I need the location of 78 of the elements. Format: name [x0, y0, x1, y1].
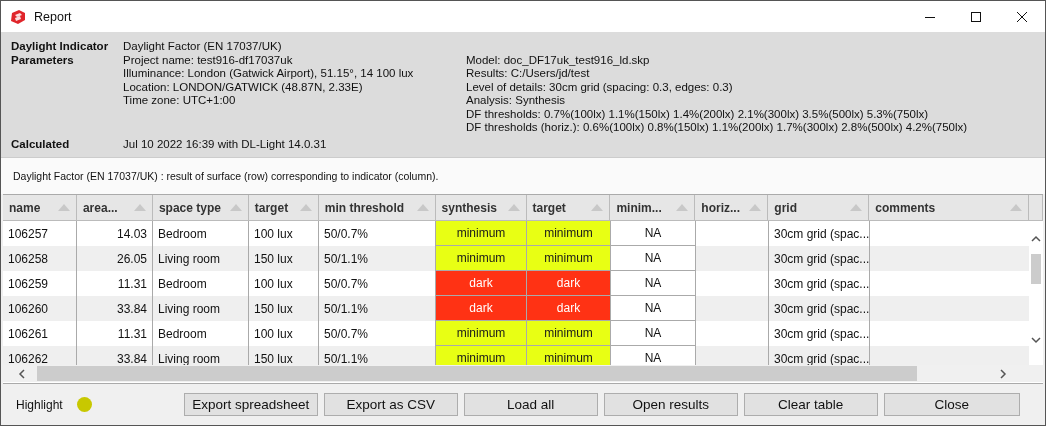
column-header[interactable]: target: [526, 195, 611, 221]
result-cell: minimum: [527, 221, 611, 246]
sort-arrow-icon: [57, 204, 70, 211]
sort-arrow-icon: [676, 204, 689, 211]
table-row[interactable]: 106258 26.05 Living room 150 lux 50/1.1% minimum minimum NA 30cm grid (spac...: [3, 246, 1030, 271]
column-header[interactable]: grid: [768, 195, 870, 221]
info-value: Level of details: 30cm grid (spacing: 0.3, edges: 0.3): [466, 80, 734, 94]
horizontal-scrollbar[interactable]: [3, 365, 1043, 382]
result-cell: minimum: [436, 221, 527, 246]
result-cell: dark: [436, 271, 527, 296]
column-header[interactable]: synthesis: [435, 195, 527, 221]
info-label: Daylight Indicator: [11, 40, 110, 54]
window-title: Report: [34, 9, 73, 24]
action-button[interactable]: Load all: [463, 393, 598, 416]
sort-arrow-icon: [229, 204, 242, 211]
column-header[interactable]: min threshold: [318, 195, 436, 221]
info-value: Analysis: Synthesis: [466, 94, 567, 108]
highlight-label: Highlight: [16, 397, 63, 412]
info-value: DF thresholds (horiz.): 0.6%(100lx) 0.8%(150lx) 1.1%(200lx) 1.7%(300lx) 2.8%(500lx) 4.2%(750lx): [466, 121, 969, 135]
result-cell: minimum: [527, 346, 611, 365]
action-button[interactable]: Close: [883, 393, 1020, 416]
table-cell: NA: [611, 221, 696, 246]
highlight-dot[interactable]: [76, 397, 92, 412]
table-cell: NA: [611, 346, 696, 365]
info-value: Illuminance: London (Gatwick Airport), 51.15°, 14 100 lux: [123, 67, 415, 81]
scroll-right-icon[interactable]: [998, 369, 1008, 379]
info-value: Daylight Factor (EN 17037/UK): [123, 40, 283, 54]
action-button[interactable]: Export as CSV: [323, 393, 458, 416]
info-value: Time zone: UTC+1:00: [123, 94, 237, 108]
maximize-icon[interactable]: [971, 11, 981, 22]
table-cell: NA: [611, 271, 696, 296]
result-cell: minimum: [527, 246, 611, 271]
sort-arrow-icon: [591, 204, 604, 211]
info-value: Results: C:/Users/jd/test: [466, 67, 591, 81]
sort-arrow-icon: [133, 204, 146, 211]
table-row[interactable]: 106260 33.84 Living room 150 lux 50/1.1% dark dark NA 30cm grid (spac...: [3, 296, 1030, 321]
sort-arrow-icon: [299, 204, 312, 211]
result-cell: minimum: [436, 346, 527, 365]
column-header[interactable]: target: [248, 195, 319, 221]
result-cell: minimum: [436, 246, 527, 271]
column-header[interactable]: comments: [869, 195, 1030, 221]
result-cell: minimum: [527, 321, 611, 346]
action-button[interactable]: Open results: [603, 393, 738, 416]
scroll-up-icon[interactable]: [1031, 234, 1041, 244]
info-value: Model: doc_DF17uk_test916_ld.skp: [466, 53, 651, 67]
info-value: Jul 10 2022 16:39 with DL-Light 14.0.31: [123, 136, 328, 152]
column-header[interactable]: horiz...: [695, 195, 769, 221]
info-value: DF thresholds: 0.7%(100lx) 1.1%(150lx) 1.4%(200lx) 2.1%(300lx) 3.5%(500lx) 5.3%(750lx): [466, 107, 930, 121]
action-button[interactable]: Clear table: [743, 393, 878, 416]
scroll-thumb[interactable]: [1031, 254, 1041, 284]
sort-arrow-icon: [850, 204, 863, 211]
column-header[interactable]: name: [3, 195, 77, 221]
scroll-left-icon[interactable]: [17, 369, 27, 379]
column-header[interactable]: minim...: [610, 195, 696, 221]
column-header[interactable]: area...: [76, 195, 153, 221]
result-cell: dark: [527, 271, 611, 296]
sort-arrow-icon: [416, 204, 429, 211]
scroll-down-icon[interactable]: [1031, 335, 1041, 345]
table-cell: NA: [611, 246, 696, 271]
table-cell: NA: [611, 321, 696, 346]
table-cell: NA: [611, 296, 696, 321]
close-icon[interactable]: [1017, 11, 1027, 22]
app-logo-icon: [10, 8, 26, 25]
table-row[interactable]: 106262 33.84 Living room 150 lux 50/1.1% minimum minimum NA 30cm grid (spac...: [3, 346, 1030, 365]
sort-arrow-icon: [749, 204, 762, 211]
result-cell: minimum: [436, 321, 527, 346]
result-cell: dark: [527, 296, 611, 321]
sort-arrow-icon: [507, 204, 520, 211]
info-label: Calculated: [11, 136, 71, 152]
sort-arrow-icon: [1010, 204, 1023, 211]
scroll-thumb[interactable]: [37, 366, 917, 381]
info-value: Project name: test916-df17037uk: [123, 53, 294, 67]
description-text: Daylight Factor (EN 17037/UK) : result of surface (row) corresponding to indicator (column).: [13, 170, 439, 182]
action-button[interactable]: Export spreadsheet: [183, 393, 318, 416]
result-cell: dark: [436, 296, 527, 321]
info-label: Parameters: [11, 53, 75, 68]
info-value: Location: LONDON/GATWICK (48.87N, 2.33E): [123, 80, 364, 94]
column-header[interactable]: space type: [152, 195, 249, 221]
